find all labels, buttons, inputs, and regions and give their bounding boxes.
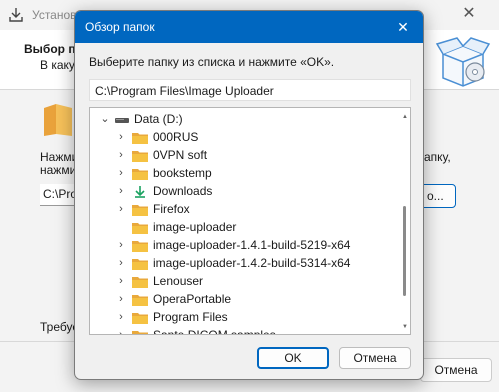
installer-header-subtitle: В каку [40, 58, 75, 72]
tree-item-label: Data (D:) [134, 112, 183, 126]
folder-icon [132, 167, 148, 180]
tree-scrollbar[interactable]: ▲ ▼ [402, 114, 408, 330]
tree-item-label: bookstemp [153, 166, 212, 180]
drive-icon [114, 113, 130, 125]
folder-tree[interactable]: ⌄ Data (D:) › 000RUS › 0VPN soft › bookstemp › Do… [89, 107, 411, 335]
tree-item[interactable]: › image-uploader-1.4.2-build-5314-x64 [90, 254, 400, 272]
chevron-right-icon[interactable]: › [116, 128, 126, 146]
installer-browse-button[interactable]: о... [420, 184, 456, 208]
tree-item[interactable]: › Downloads [90, 182, 400, 200]
chevron-right-icon[interactable]: › [116, 182, 126, 200]
chevron-right-icon[interactable]: › [116, 272, 126, 290]
tree-item-label: 0VPN soft [153, 148, 208, 162]
dialog-close-button[interactable]: ✕ [383, 11, 423, 43]
folder-icon [132, 239, 148, 252]
folder-icon [132, 149, 148, 162]
folder-icon [132, 275, 148, 288]
tree-item-label: Program Files [153, 310, 228, 324]
installer-close-button[interactable]: ✕ [449, 2, 489, 26]
tree-root-drive[interactable]: ⌄ Data (D:) [90, 110, 400, 128]
installer-cancel-button[interactable]: Отмена [420, 358, 492, 382]
scrollbar-thumb[interactable] [403, 206, 406, 296]
tree-item-label: image-uploader-1.4.2-build-5314-x64 [153, 256, 351, 270]
installer-download-icon [9, 8, 23, 22]
installer-text-line1: Нажми [40, 150, 79, 164]
tree-item[interactable]: › Program Files [90, 308, 400, 326]
tree-item[interactable]: › image-uploader-1.4.1-build-5219-x64 [90, 236, 400, 254]
tree-item-label: Sante DICOM samples [153, 328, 276, 335]
chevron-right-icon[interactable]: › [116, 236, 126, 254]
tree-item[interactable]: › Sante DICOM samples [90, 326, 400, 335]
installer-text-right: апку, [424, 150, 451, 164]
chevron-right-icon[interactable]: › [116, 290, 126, 308]
installer-title: Установ [32, 8, 77, 22]
scroll-up-icon[interactable]: ▲ [402, 114, 408, 120]
tree-item-label: image-uploader [153, 220, 237, 234]
chevron-right-icon[interactable]: › [116, 254, 126, 272]
tree-item[interactable]: › bookstemp [90, 164, 400, 182]
chevron-right-icon[interactable]: › [116, 308, 126, 326]
folder-icon [132, 131, 148, 144]
cancel-button[interactable]: Отмена [339, 347, 411, 369]
folder-icon [132, 329, 148, 334]
folder-icon [132, 293, 148, 306]
browse-folder-dialog: Обзор папок ✕ Выберите папку из списка и… [74, 10, 424, 380]
ok-button[interactable]: OK [257, 347, 329, 369]
folder-icon [44, 104, 72, 136]
folder-icon [132, 221, 148, 234]
chevron-right-icon[interactable]: › [116, 326, 126, 334]
chevron-right-icon[interactable]: › [116, 146, 126, 164]
tree-item-label: image-uploader-1.4.1-build-5219-x64 [153, 238, 351, 252]
folder-icon [132, 311, 148, 324]
tree-item-label: Lenouser [153, 274, 204, 288]
tree-item-label: 000RUS [153, 130, 199, 144]
chevron-down-icon[interactable]: ⌄ [100, 110, 110, 128]
scroll-down-icon[interactable]: ▼ [402, 324, 408, 330]
selected-path-field: C:\Program Files\Image Uploader [89, 79, 411, 101]
dialog-titlebar: Обзор папок ✕ [75, 11, 423, 43]
tree-item[interactable]: › Firefox [90, 200, 400, 218]
chevron-right-icon[interactable]: › [116, 200, 126, 218]
tree-item[interactable]: › 0VPN soft [90, 146, 400, 164]
setup-box-icon [435, 37, 491, 87]
tree-item[interactable]: › 000RUS [90, 128, 400, 146]
dialog-title: Обзор папок [85, 20, 155, 34]
dialog-instruction: Выберите папку из списка и нажмите «OK». [89, 55, 335, 69]
tree-item-label: Downloads [153, 184, 213, 198]
tree-item[interactable]: image-uploader [90, 218, 400, 236]
folder-icon [132, 257, 148, 270]
chevron-right-icon[interactable]: › [116, 164, 126, 182]
tree-item[interactable]: › OperaPortable [90, 290, 400, 308]
tree-item[interactable]: › Lenouser [90, 272, 400, 290]
tree-item-label: OperaPortable [153, 292, 232, 306]
downloads-icon [132, 185, 148, 198]
tree-item-label: Firefox [153, 202, 190, 216]
folder-icon [132, 203, 148, 216]
